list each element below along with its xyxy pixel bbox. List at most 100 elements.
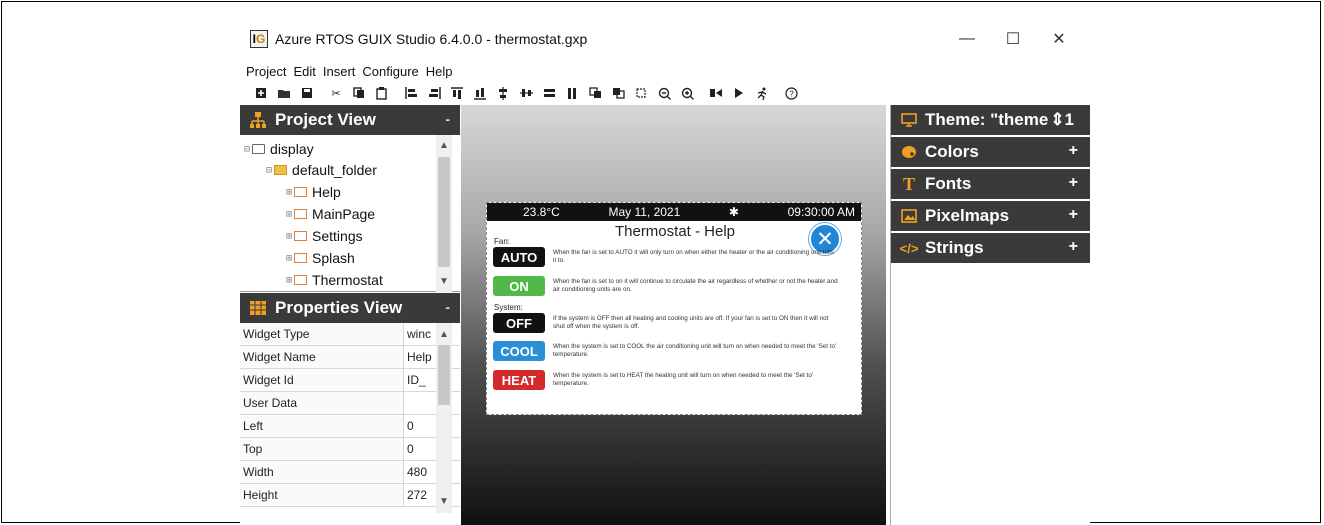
app-logo-icon: IG [250,30,268,48]
property-value[interactable] [404,392,434,414]
minimize-button[interactable]: — [944,26,990,52]
code-icon: </> [899,240,919,256]
palette-icon [901,144,917,160]
tree-item-display[interactable]: ⊟ display [244,139,314,159]
tree-scrollbar[interactable]: ▲ ▼ [436,135,452,292]
font-icon: T [902,173,915,194]
expand-plus-icon[interactable]: + [1069,174,1078,192]
expand-node-icon[interactable]: ⊞ [286,231,292,242]
run-icon[interactable] [728,84,750,102]
property-value[interactable]: 480 [404,461,434,483]
paste-icon[interactable] [371,84,393,102]
property-value[interactable]: Help [404,346,434,368]
expand-plus-icon[interactable]: + [1069,238,1078,256]
properties-view-header[interactable]: Properties View - [240,293,460,323]
resource-fonts[interactable]: T Fonts + [891,169,1090,199]
scroll-down-icon[interactable]: ▼ [436,493,452,509]
property-value[interactable]: ID_ [404,369,434,391]
menu-help[interactable]: Help [426,64,453,79]
heat-button[interactable]: HEAT [493,370,545,390]
scroll-thumb[interactable] [438,157,450,267]
project-view-collapse-button[interactable]: - [445,111,450,127]
about-help-icon[interactable]: ? [780,84,802,102]
tree-item-label: Settings [312,228,363,244]
record-macro-icon[interactable] [705,84,727,102]
menu-configure[interactable]: Configure [362,64,418,79]
collapse-node-icon[interactable]: ⊟ [244,144,250,155]
running-man-icon[interactable] [751,84,773,102]
align-bottom-icon[interactable] [469,84,491,102]
cut-icon[interactable]: ✂ [325,84,347,102]
menu-project[interactable]: Project [246,64,286,79]
help-screen-preview[interactable]: 23.8°C May 11, 2021 ✱ 09:30:00 AM Thermo… [486,202,862,415]
tree-item-mainpage[interactable]: ⊞ MainPage [286,204,375,224]
align-left-icon[interactable] [400,84,422,102]
properties-scrollbar[interactable]: ▲ ▼ [436,323,452,513]
scroll-thumb[interactable] [438,345,450,405]
temperature-readout: 23.8°C [523,205,560,219]
cool-button[interactable]: COOL [493,341,545,361]
zoom-out-icon[interactable] [653,84,675,102]
align-top-icon[interactable] [446,84,468,102]
property-name: Height [240,484,404,506]
center-vertical-icon[interactable] [492,84,514,102]
off-button[interactable]: OFF [493,313,545,333]
tree-item-help[interactable]: ⊞ Help [286,182,341,202]
menu-insert[interactable]: Insert [323,64,356,79]
theme-selector[interactable]: Theme: "theme ⇕1 [891,105,1090,135]
expand-node-icon[interactable]: ⊞ [286,253,292,264]
tree-item-label: Splash [312,250,355,266]
property-row: Width 480 [240,461,460,484]
tree-item-thermostat[interactable]: ⊞ Thermostat [286,270,383,290]
save-icon[interactable] [296,84,318,102]
properties-view-collapse-button[interactable]: - [445,299,450,315]
property-value[interactable]: 272 [404,484,434,506]
tree-item-default-folder[interactable]: ⊟ default_folder [266,160,377,180]
property-value[interactable]: 0 [404,415,434,437]
app-window: IG Azure RTOS GUIX Studio 6.4.0.0 - ther… [240,18,1090,525]
menu-edit[interactable]: Edit [293,64,315,79]
equal-height-icon[interactable] [561,84,583,102]
property-value[interactable]: winc [404,323,434,345]
copy-icon[interactable] [348,84,370,102]
display-icon [252,144,266,154]
tree-item-splash[interactable]: ⊞ Splash [286,248,355,268]
center-horizontal-icon[interactable] [515,84,537,102]
window-controls: — ☐ ✕ [944,26,1082,52]
expand-node-icon[interactable]: ⊞ [286,187,292,198]
tree-item-settings[interactable]: ⊞ Settings [286,226,363,246]
maximize-button[interactable]: ☐ [990,26,1036,52]
align-right-icon[interactable] [423,84,445,102]
theme-spinner-icon[interactable]: ⇕1 [1050,110,1074,130]
scroll-up-icon[interactable]: ▲ [436,137,452,153]
resource-colors[interactable]: Colors + [891,137,1090,167]
new-project-icon[interactable] [250,84,272,102]
collapse-node-icon[interactable]: ⊟ [266,165,272,176]
date-readout: May 11, 2021 [608,205,681,219]
tree-item-label: Help [312,184,341,200]
project-view-header[interactable]: Project View - [240,105,460,135]
equal-width-icon[interactable] [538,84,560,102]
expand-plus-icon[interactable]: + [1069,142,1078,160]
property-row: Left 0 [240,415,460,438]
close-button[interactable]: ✕ [1036,26,1082,52]
auto-button[interactable]: AUTO [493,247,545,267]
open-folder-icon[interactable] [273,84,295,102]
resource-pixelmaps[interactable]: Pixelmaps + [891,201,1090,231]
scroll-up-icon[interactable]: ▲ [436,326,452,342]
expand-plus-icon[interactable]: + [1069,206,1078,224]
move-to-front-icon[interactable] [584,84,606,102]
tree-item-label: default_folder [292,162,377,178]
expand-node-icon[interactable]: ⊞ [286,209,292,220]
zoom-in-icon[interactable] [676,84,698,102]
on-button[interactable]: ON [493,276,545,296]
scroll-down-icon[interactable]: ▼ [436,273,452,289]
properties-view-title: Properties View [275,298,403,317]
table-icon [248,298,268,318]
size-to-fit-icon[interactable] [630,84,652,102]
property-value[interactable]: 0 [404,438,434,460]
target-canvas[interactable]: 23.8°C May 11, 2021 ✱ 09:30:00 AM Thermo… [461,105,886,525]
resource-strings[interactable]: </> Strings + [891,233,1090,263]
move-to-back-icon[interactable] [607,84,629,102]
expand-node-icon[interactable]: ⊞ [286,275,292,286]
